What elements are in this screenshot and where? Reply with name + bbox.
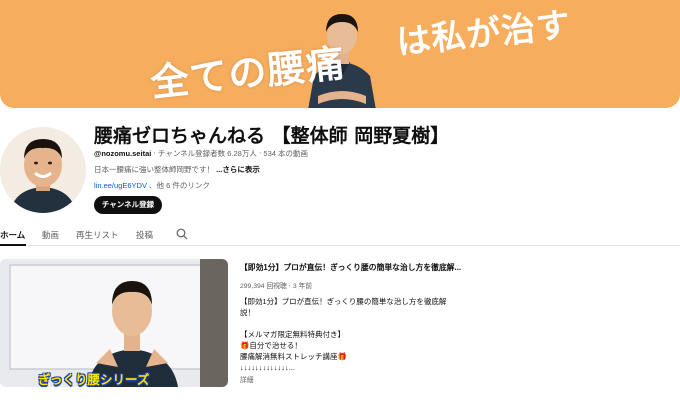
description-line: ↓↓↓↓↓↓↓↓↓↓↓↓↓... bbox=[240, 363, 296, 372]
channel-meta: @nozomu.seitai ‧ チャンネル登録者数 6.28万人 ‧ 534 … bbox=[94, 148, 308, 159]
subscribe-button[interactable]: チャンネル登録 bbox=[94, 196, 162, 214]
channel-handle: @nozomu.seitai bbox=[94, 149, 152, 158]
featured-video-stats: 299,394 回視聴 ‧ 3 年前 bbox=[240, 280, 312, 290]
person-avatar-icon bbox=[0, 127, 86, 213]
description-line: 説！ bbox=[240, 308, 255, 317]
featured-video-title[interactable]: 【即効1分】プロが直伝！ぎっくり腰の簡単な治し方を徹底解... bbox=[240, 262, 461, 273]
video-thumbnail-image bbox=[0, 259, 228, 387]
channel-link-more[interactable]: 、他 6 件のリンク bbox=[149, 181, 210, 190]
description-line: 【メルマガ限定無料特典付き】 bbox=[240, 330, 345, 339]
subscriber-count: チャンネル登録者数 6.28万人 bbox=[157, 149, 257, 158]
description-line: 🎁自分で治せる！ bbox=[240, 341, 302, 350]
featured-video-description: 【即効1分】プロが直伝！ぎっくり腰の簡単な治し方を徹底解 説！ 【メルマガ限定無… bbox=[240, 296, 470, 373]
tab-videos[interactable]: 動画 bbox=[42, 229, 59, 241]
tab-home[interactable]: ホーム bbox=[0, 229, 25, 241]
description-more-link[interactable]: ...さらに表示 bbox=[216, 165, 260, 174]
description-line: 腰痛解消無料ストレッチ講座🎁 bbox=[240, 352, 347, 361]
channel-tabs: ホーム 動画 再生リスト 投稿 bbox=[0, 222, 680, 246]
channel-banner: は私が治す 全ての腰痛 bbox=[0, 0, 680, 108]
channel-links: lin.ee/ugE6YDV 、他 6 件のリンク bbox=[94, 180, 210, 191]
upload-age: 3 年前 bbox=[292, 283, 313, 290]
channel-link[interactable]: lin.ee/ugE6YDV bbox=[94, 181, 147, 190]
banner-text-right: は私が治す bbox=[394, 4, 573, 64]
channel-title: 腰痛ゼロちゃんねる 【整体師 岡野夏樹】 bbox=[94, 125, 450, 147]
description-line bbox=[240, 318, 470, 329]
channel-description[interactable]: 日本一腰痛に強い整体師岡野です！ ...さらに表示 bbox=[94, 164, 260, 175]
tab-posts[interactable]: 投稿 bbox=[136, 229, 153, 241]
tab-playlists[interactable]: 再生リスト bbox=[76, 229, 119, 241]
search-icon[interactable] bbox=[176, 228, 188, 240]
thumbnail-caption: ぎっくり腰シリーズ bbox=[38, 372, 150, 387]
view-count: 299,394 回視聴 bbox=[240, 283, 287, 290]
video-count: 534 本の動画 bbox=[263, 149, 309, 158]
featured-video-thumbnail[interactable]: ぎっくり腰シリーズ bbox=[0, 259, 228, 387]
description-line: 【即効1分】プロが直伝！ぎっくり腰の簡単な治し方を徹底解 bbox=[240, 297, 447, 306]
description-text: 日本一腰痛に強い整体師岡野です！ bbox=[94, 165, 214, 174]
read-more-link[interactable]: 詳細 bbox=[240, 374, 254, 384]
channel-avatar[interactable] bbox=[0, 127, 86, 213]
active-tab-indicator bbox=[0, 244, 26, 246]
